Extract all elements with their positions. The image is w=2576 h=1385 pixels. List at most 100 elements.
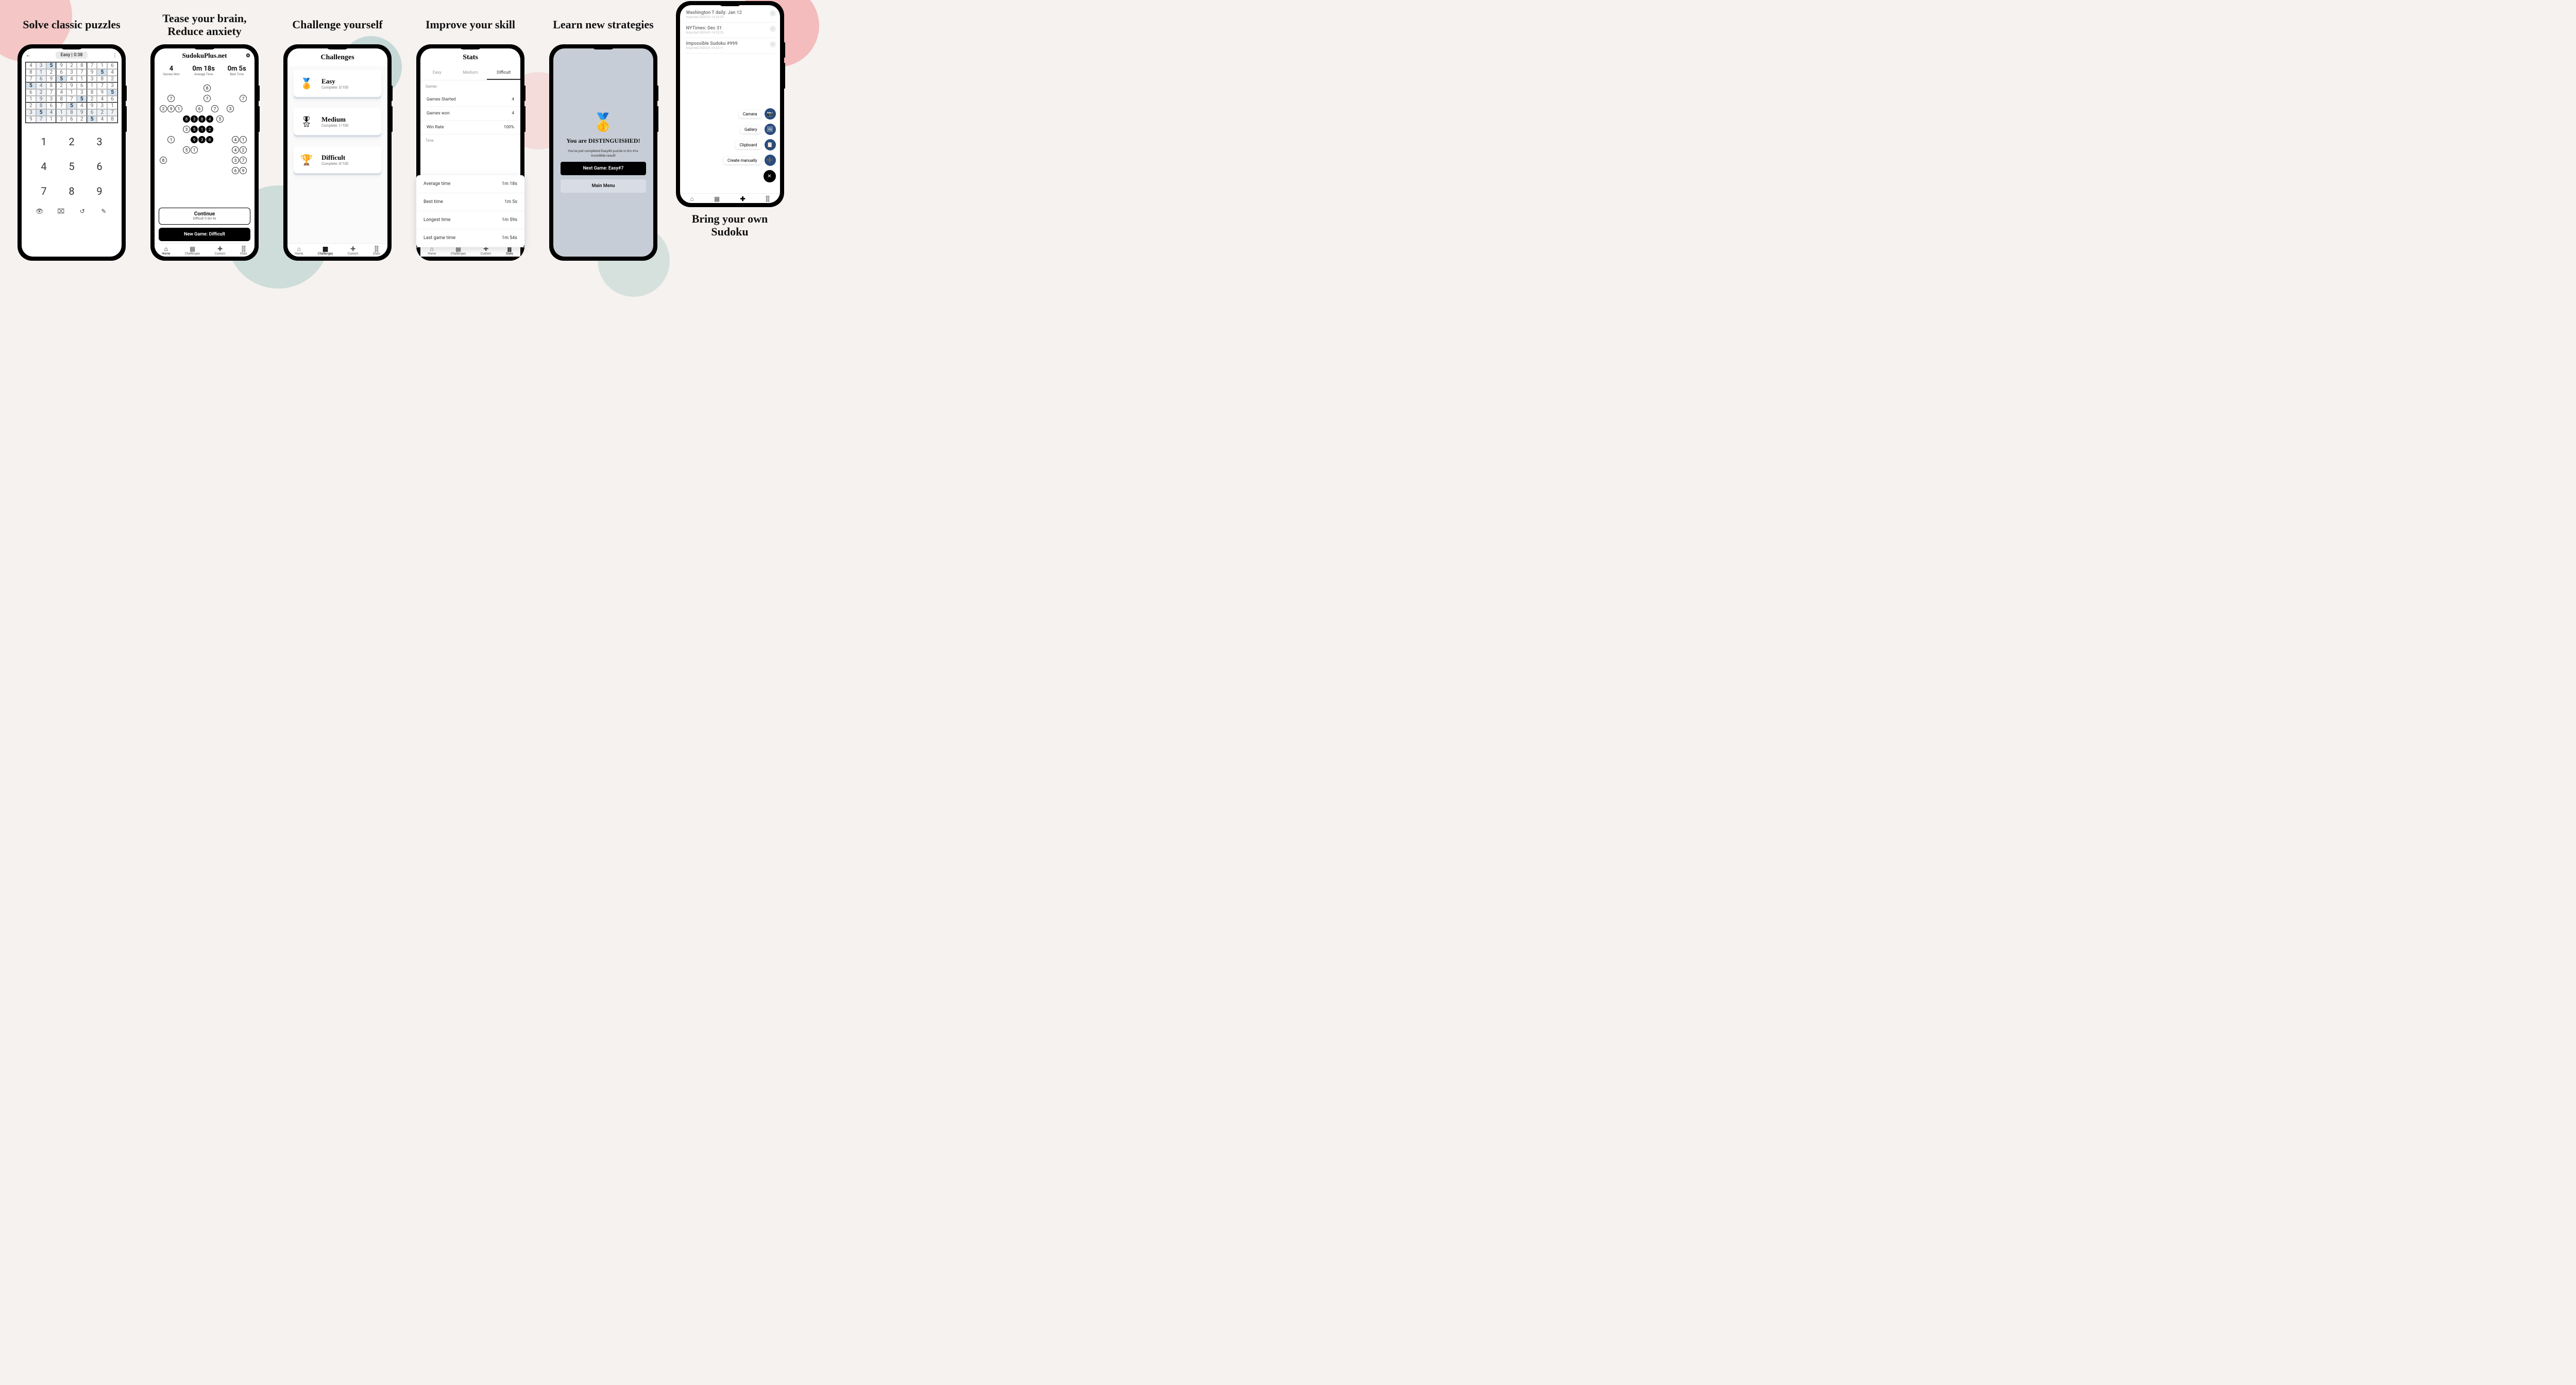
cell[interactable]: 8 (97, 76, 107, 82)
cell[interactable]: 6 (46, 103, 57, 109)
next-game-button[interactable]: Next Game: Easy#7 (561, 162, 646, 175)
cell[interactable]: 5 (87, 116, 97, 123)
delete-icon[interactable]: − (770, 26, 776, 32)
numpad-key[interactable]: 3 (87, 130, 112, 153)
more-icon[interactable]: ⋮ (112, 53, 117, 58)
nav-item-challenges[interactable]: ▦Challenges (318, 246, 333, 256)
nav-item-stats[interactable]: ⫿⫿Stats (240, 246, 247, 256)
fab-close-icon[interactable]: ✕ (764, 170, 776, 182)
cell[interactable]: 8 (36, 103, 46, 109)
cell[interactable]: 5 (77, 96, 87, 103)
cell[interactable]: 8 (26, 69, 36, 76)
numpad-key[interactable]: 9 (87, 180, 112, 202)
cell[interactable]: 7 (87, 62, 97, 69)
cell[interactable]: 7 (56, 103, 66, 109)
cell[interactable]: 1 (46, 116, 57, 123)
cell[interactable]: 1 (97, 62, 107, 69)
cell[interactable]: 5 (36, 109, 46, 116)
cell[interactable]: 2 (77, 116, 87, 123)
cell[interactable]: 4 (77, 103, 87, 109)
cell[interactable]: 3 (97, 103, 107, 109)
cell[interactable]: 1 (66, 89, 77, 96)
nav-item[interactable]: ⫿⫿ (766, 196, 770, 202)
tab-easy[interactable]: Easy (420, 66, 454, 80)
cell[interactable]: 9 (77, 109, 87, 116)
difficulty-timer-chip[interactable]: Easy | 0:38 (56, 52, 88, 59)
cell[interactable]: 8 (66, 109, 77, 116)
cell[interactable]: 9 (87, 103, 97, 109)
cell[interactable]: 2 (56, 82, 66, 89)
cell[interactable]: 2 (36, 89, 46, 96)
continue-button[interactable]: Continue Difficult ⏱ 0m 9s (159, 208, 250, 225)
back-icon[interactable]: ← (26, 53, 31, 58)
main-menu-button[interactable]: Main Menu (561, 179, 646, 193)
cell[interactable]: 2 (87, 96, 97, 103)
cell[interactable]: 6 (26, 89, 36, 96)
cell[interactable]: 4 (56, 89, 66, 96)
nav-item[interactable]: ✚ (740, 196, 745, 202)
cell[interactable]: 9 (36, 96, 46, 103)
imported-puzzle-item[interactable]: Impossible Sudoku #999Imported 2020-01-1… (684, 38, 776, 54)
numpad-key[interactable]: 1 (31, 130, 57, 153)
cell[interactable]: 8 (107, 116, 117, 123)
fab-clipboard[interactable]: 📋 (765, 139, 776, 150)
cell[interactable]: 3 (46, 96, 57, 103)
delete-icon[interactable]: − (770, 41, 776, 47)
cell[interactable]: 1 (56, 109, 66, 116)
nav-item-custom[interactable]: ✚Custom (215, 246, 226, 256)
numpad-key[interactable]: 5 (59, 155, 84, 178)
cell[interactable]: 4 (46, 109, 57, 116)
cell[interactable]: 1 (107, 103, 117, 109)
nav-item[interactable]: ▦ (714, 196, 720, 202)
hint-icon[interactable]: 👁 (35, 208, 44, 215)
cell[interactable]: 4 (36, 82, 46, 89)
cell[interactable]: 7 (36, 116, 46, 123)
cell[interactable]: 4 (107, 69, 117, 76)
note-icon[interactable]: ✎ (99, 208, 108, 215)
sudoku-board[interactable]: 4359287168126379547695413825482961736274… (25, 62, 118, 123)
cell[interactable]: 8 (87, 89, 97, 96)
numpad-key[interactable]: 2 (59, 130, 84, 153)
imported-puzzle-item[interactable]: NYTimes: Dec 31Imported 2020-01-14 23:25… (684, 23, 776, 38)
cell[interactable]: 6 (107, 96, 117, 103)
cell[interactable]: 2 (26, 103, 36, 109)
nav-item-custom[interactable]: ✚Custom (348, 246, 359, 256)
cell[interactable]: 6 (107, 62, 117, 69)
tab-medium[interactable]: Medium (454, 66, 487, 80)
cell[interactable]: 9 (26, 116, 36, 123)
cell[interactable]: 3 (66, 69, 77, 76)
cell[interactable]: 9 (56, 62, 66, 69)
cell[interactable]: 3 (56, 116, 66, 123)
cell[interactable]: 7 (97, 82, 107, 89)
cell[interactable]: 1 (26, 96, 36, 103)
cell[interactable]: 5 (56, 76, 66, 82)
gear-icon[interactable]: ⚙ (246, 53, 250, 59)
new-game-button[interactable]: New Game: Difficult (159, 228, 250, 241)
imported-puzzle-item[interactable]: Washington T daily: Jan 12Imported 2020-… (684, 7, 776, 23)
numpad-key[interactable]: 6 (87, 155, 112, 178)
nav-item-challenges[interactable]: ▦Challenges (185, 246, 200, 256)
cell[interactable]: 2 (97, 109, 107, 116)
cell[interactable]: 5 (46, 62, 57, 69)
challenge-card-medium[interactable]: 🎖MediumComplete: 1/100 (294, 108, 381, 135)
cell[interactable]: 5 (66, 103, 77, 109)
cell[interactable]: 9 (97, 89, 107, 96)
cell[interactable]: 3 (26, 109, 36, 116)
cell[interactable]: 7 (107, 109, 117, 116)
cell[interactable]: 1 (36, 69, 46, 76)
number-pad[interactable]: 123456789 (22, 123, 122, 205)
cell[interactable]: 6 (77, 82, 87, 89)
cell[interactable]: 2 (46, 69, 57, 76)
cell[interactable]: 6 (66, 116, 77, 123)
fab-create-manually[interactable]: ➕ (765, 155, 776, 166)
numpad-key[interactable]: 4 (31, 155, 57, 178)
cell[interactable]: 6 (36, 76, 46, 82)
erase-icon[interactable]: ⌧ (56, 208, 65, 215)
nav-item-stats[interactable]: ⫿⫿Stats (373, 246, 380, 256)
cell[interactable]: 4 (97, 96, 107, 103)
challenge-card-easy[interactable]: 🏅EasyComplete: 5/100 (294, 70, 381, 97)
tab-difficult[interactable]: Difficult (487, 66, 520, 80)
cell[interactable]: 6 (56, 69, 66, 76)
cell[interactable]: 4 (97, 116, 107, 123)
challenge-card-difficult[interactable]: 🏆DifficultComplete: 0/100 (294, 146, 381, 173)
